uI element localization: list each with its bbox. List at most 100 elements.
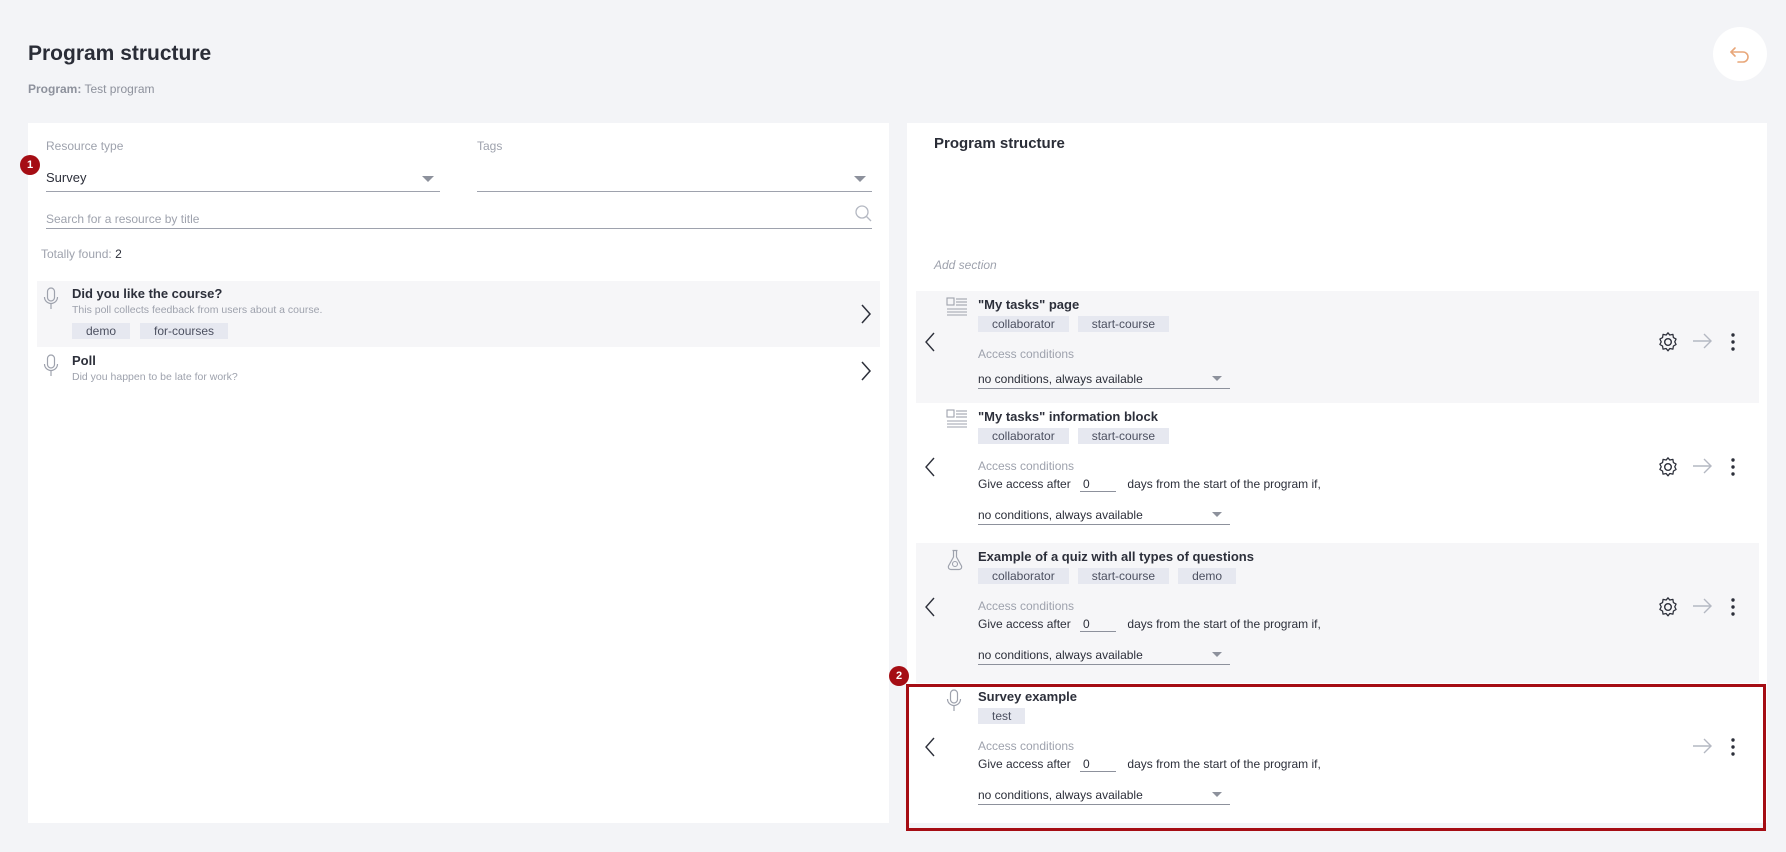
item-actions — [1649, 596, 1759, 620]
item-actions — [1649, 736, 1759, 760]
chevron-right-icon[interactable] — [860, 360, 872, 382]
chevron-down-icon — [422, 176, 434, 182]
resource-description: Did you happen to be late for work? — [72, 371, 238, 383]
structure-item-title: "My tasks" page — [978, 297, 1080, 312]
search-icon[interactable] — [854, 204, 872, 222]
program-name: Test program — [84, 82, 155, 96]
chevron-left-icon[interactable] — [924, 596, 936, 618]
program-subtitle: Program: Test program — [28, 82, 155, 96]
condition-select[interactable]: no conditions, always available — [978, 645, 1230, 665]
page-title: Program structure — [28, 42, 212, 65]
days-input[interactable]: 0 — [1080, 477, 1117, 492]
chevron-left-icon[interactable] — [924, 456, 936, 478]
program-label: Program: — [28, 82, 82, 96]
resource-description: This poll collects feedback from users a… — [72, 304, 323, 316]
tag: start-course — [1077, 568, 1170, 584]
structure-item-tags: collaborator start-course — [978, 315, 1178, 333]
item-actions — [1649, 456, 1759, 480]
access-conditions-label: Access conditions — [978, 599, 1075, 613]
page-icon — [946, 409, 967, 428]
condition-value: no conditions, always available — [978, 508, 1143, 522]
condition-select[interactable]: no conditions, always available — [978, 369, 1230, 389]
tag: demo — [1178, 568, 1237, 584]
tag: for-courses — [140, 323, 229, 339]
chevron-down-icon — [854, 176, 866, 182]
structure-item-title: Example of a quiz with all types of ques… — [978, 549, 1254, 564]
structure-item-tags: collaborator start-course demo — [978, 567, 1245, 585]
tag: collaborator — [978, 428, 1069, 444]
tag: collaborator — [978, 316, 1069, 332]
tags-select[interactable] — [477, 164, 872, 192]
resource-item[interactable]: Did you like the course? This poll colle… — [37, 281, 880, 347]
arrow-right-icon[interactable] — [1691, 737, 1713, 755]
found-count: Totally found: 2 — [41, 247, 122, 261]
drag-handle-icon[interactable] — [1729, 331, 1737, 353]
tags-label: Tags — [477, 139, 503, 153]
condition-select[interactable]: no conditions, always available — [978, 785, 1230, 805]
structure-item[interactable]: "My tasks" information block collaborato… — [916, 403, 1759, 542]
access-conditions-label: Access conditions — [978, 347, 1075, 361]
structure-panel: Program structure Add section "My tasks"… — [907, 123, 1767, 823]
condition-select[interactable]: no conditions, always available — [978, 505, 1230, 525]
tag: start-course — [1077, 428, 1170, 444]
gear-icon[interactable] — [1657, 596, 1679, 618]
give-access-prefix: Give access after — [978, 757, 1071, 771]
microphone-icon — [946, 689, 962, 711]
structure-item[interactable]: Survey example test Access conditions Gi… — [916, 683, 1759, 823]
chevron-left-icon[interactable] — [924, 736, 936, 758]
callout-badge-2: 2 — [889, 666, 909, 686]
gear-icon[interactable] — [1657, 456, 1679, 478]
condition-value: no conditions, always available — [978, 788, 1143, 802]
microphone-icon — [43, 287, 59, 309]
add-section-button[interactable]: Add section — [934, 258, 997, 272]
days-input[interactable]: 0 — [1080, 617, 1117, 632]
resource-type-select[interactable]: Survey — [46, 164, 440, 192]
drag-handle-icon[interactable] — [1729, 736, 1737, 758]
chevron-left-icon[interactable] — [924, 331, 936, 353]
tag: test — [978, 708, 1026, 724]
resource-tags: demo for-courses — [72, 322, 238, 340]
structure-title: Program structure — [934, 135, 1065, 152]
give-access-row: Give access after 0 days from the start … — [978, 757, 1321, 772]
structure-item-title: Survey example — [978, 689, 1078, 704]
condition-value: no conditions, always available — [978, 372, 1143, 386]
resource-type-value: Survey — [46, 170, 87, 185]
item-actions — [1649, 331, 1759, 355]
chevron-down-icon — [1212, 512, 1222, 517]
resource-item[interactable]: Poll Did you happen to be late for work? — [37, 348, 880, 394]
structure-item[interactable]: Example of a quiz with all types of ques… — [916, 543, 1759, 683]
access-conditions-label: Access conditions — [978, 459, 1075, 473]
search-input[interactable] — [46, 205, 872, 229]
undo-icon — [1730, 47, 1749, 63]
tag: demo — [72, 323, 131, 339]
give-access-row: Give access after 0 days from the start … — [978, 617, 1321, 632]
chevron-down-icon — [1212, 792, 1222, 797]
arrow-right-icon[interactable] — [1691, 332, 1713, 350]
tag: collaborator — [978, 568, 1069, 584]
condition-value: no conditions, always available — [978, 648, 1143, 662]
back-button[interactable] — [1713, 27, 1767, 81]
chevron-right-icon[interactable] — [860, 303, 872, 325]
tag: start-course — [1077, 316, 1170, 332]
give-access-prefix: Give access after — [978, 617, 1071, 631]
arrow-right-icon[interactable] — [1691, 457, 1713, 475]
give-access-suffix: days from the start of the program if, — [1127, 477, 1321, 491]
give-access-suffix: days from the start of the program if, — [1127, 617, 1321, 631]
flask-icon — [947, 549, 963, 571]
found-label: Totally found: — [41, 247, 112, 261]
arrow-right-icon[interactable] — [1691, 597, 1713, 615]
found-number: 2 — [115, 247, 122, 261]
days-input[interactable]: 0 — [1080, 757, 1117, 772]
resource-type-label: Resource type — [46, 139, 124, 153]
structure-item-title: "My tasks" information block — [978, 409, 1158, 424]
structure-item[interactable]: "My tasks" page collaborator start-course… — [916, 291, 1759, 403]
microphone-icon — [43, 354, 59, 376]
drag-handle-icon[interactable] — [1729, 456, 1737, 478]
resource-panel: Resource type 1 Survey Tags Totally foun… — [20, 123, 889, 823]
drag-handle-icon[interactable] — [1729, 596, 1737, 618]
structure-item-tags: test — [978, 707, 1034, 725]
gear-icon[interactable] — [1657, 331, 1679, 353]
callout-badge-1: 1 — [20, 155, 40, 175]
give-access-suffix: days from the start of the program if, — [1127, 757, 1321, 771]
resource-title: Did you like the course? — [72, 286, 223, 301]
